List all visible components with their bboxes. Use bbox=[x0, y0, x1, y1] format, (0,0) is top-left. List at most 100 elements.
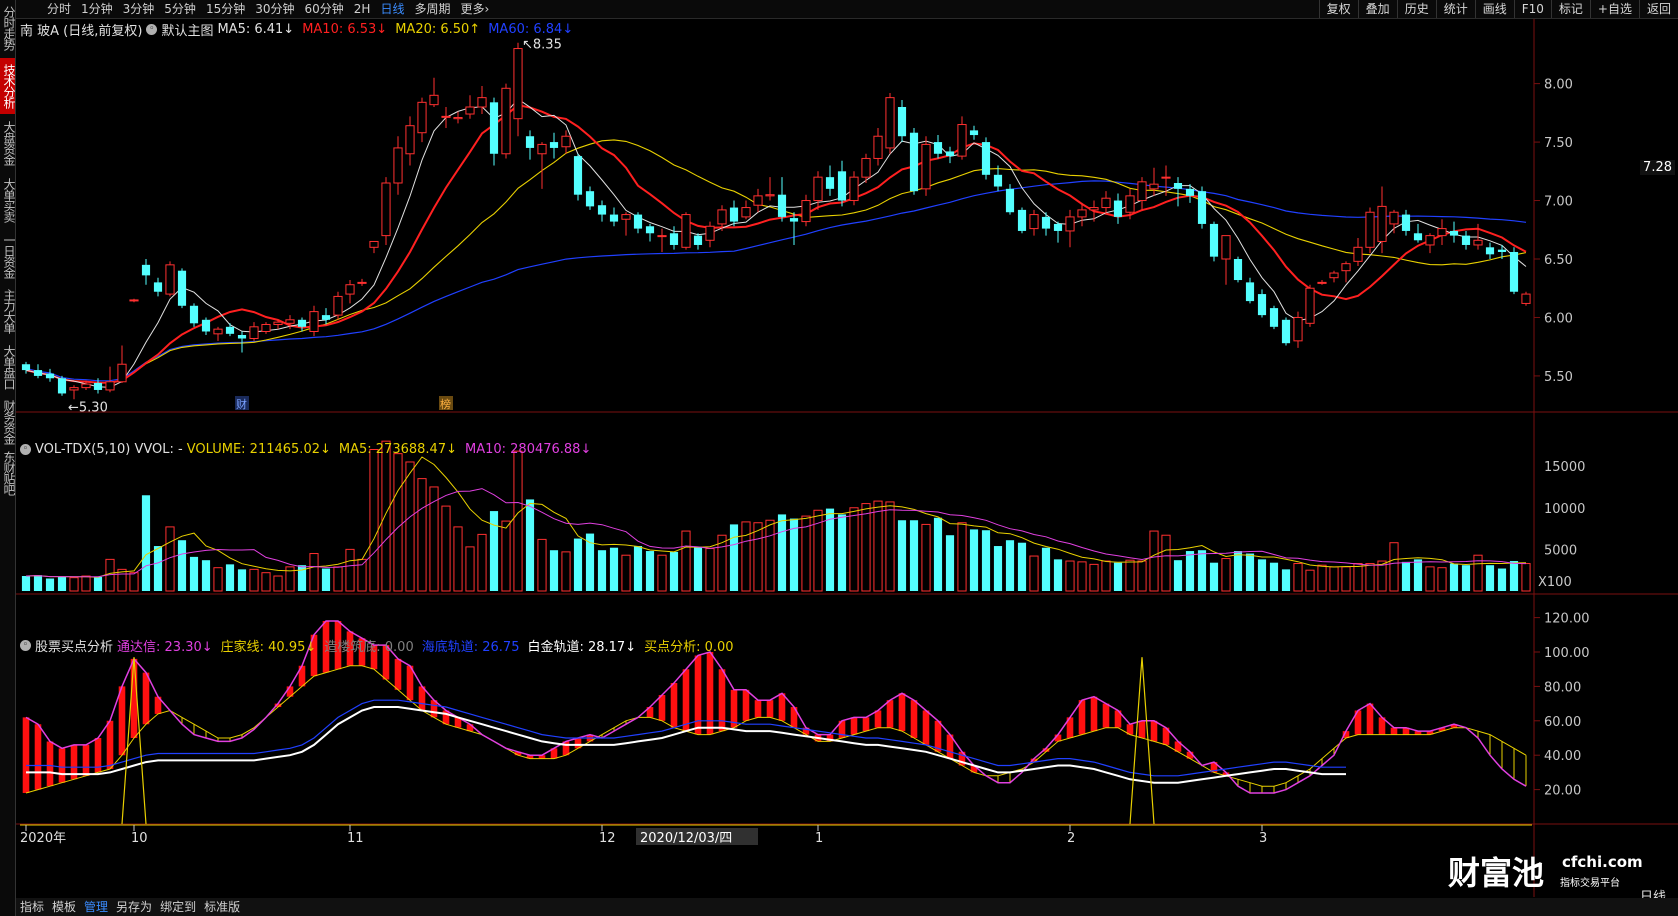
candle-body-up bbox=[501, 87, 511, 155]
candle-body-down bbox=[789, 218, 799, 222]
toolbar-button-2[interactable]: 历史 bbox=[1396, 0, 1436, 18]
bottom-button-0[interactable]: 指标 bbox=[16, 899, 48, 916]
left-nav-tab-8[interactable]: 东财贴吧 bbox=[0, 450, 15, 496]
buy-settings-icon[interactable]: ◦ bbox=[20, 640, 31, 651]
period-tab-6[interactable]: 60分钟 bbox=[300, 0, 349, 18]
volume-bar-up bbox=[753, 522, 763, 592]
stock-name: 南 玻A (日线,前复权) bbox=[20, 24, 143, 39]
left-nav-tab-6[interactable]: 大单盘口 bbox=[0, 340, 15, 394]
period-tab-1[interactable]: 1分钟 bbox=[76, 0, 118, 18]
left-nav-tab-5[interactable]: 主力大单 bbox=[0, 284, 15, 338]
candle-body-up bbox=[309, 311, 319, 332]
candle-body-up bbox=[813, 176, 823, 202]
period-tab-10[interactable]: 更多› bbox=[455, 0, 494, 18]
legend-item-1: MA5: 273688.47↓ bbox=[338, 442, 457, 457]
legend-item-2: MA20: 6.50↑ bbox=[395, 22, 481, 37]
volume-bar-down bbox=[1485, 565, 1495, 591]
candle-body-up bbox=[1353, 246, 1363, 262]
bottom-button-1[interactable]: 模板 bbox=[48, 899, 80, 916]
candle-body-up bbox=[1101, 197, 1111, 209]
main-indicator-name[interactable]: 默认主图 bbox=[161, 20, 213, 39]
candle-body-down bbox=[153, 282, 163, 292]
volume-bar-down bbox=[693, 546, 703, 591]
volume-bar-up bbox=[405, 461, 415, 592]
candle-body-up bbox=[861, 157, 871, 178]
indicator-settings-icon[interactable]: ◦ bbox=[146, 24, 158, 35]
candle-body-up bbox=[537, 143, 547, 155]
volume-bar-up bbox=[1137, 560, 1147, 592]
left-nav-tab-0[interactable]: 分时走势 bbox=[0, 0, 15, 56]
volume-bar-down bbox=[1053, 559, 1063, 591]
bottom-button-4[interactable]: 绑定到 bbox=[156, 899, 200, 916]
volume-bar-up bbox=[1425, 566, 1435, 592]
legend-item-4: 白金轨道: 28.17↓ bbox=[527, 640, 637, 655]
chart-canvas[interactable]: 8.00 7.50 7.00 6.50 6.00 5.50 15000 10000 5000 X1… bbox=[16, 19, 1678, 897]
candle-body-down bbox=[321, 315, 331, 320]
volume-bar-up bbox=[681, 530, 691, 592]
candle-body-up bbox=[285, 319, 295, 324]
volume-settings-icon[interactable]: ◦ bbox=[20, 444, 31, 455]
bottom-button-2[interactable]: 管理 bbox=[80, 899, 112, 916]
toolbar-button-6[interactable]: 标记 bbox=[1550, 0, 1590, 18]
bottom-button-5[interactable]: 标准版 bbox=[200, 899, 244, 916]
candle-body-up bbox=[1293, 316, 1303, 342]
candle-body-up bbox=[681, 214, 691, 248]
volume-bar-up bbox=[1365, 563, 1375, 592]
period-tab-8[interactable]: 日线 bbox=[375, 0, 409, 18]
candle-body-down bbox=[669, 233, 679, 245]
volume-bar-up bbox=[657, 554, 667, 592]
toolbar-button-3[interactable]: 统计 bbox=[1435, 0, 1475, 18]
volume-bar-down bbox=[1173, 560, 1183, 591]
bottom-button-3[interactable]: 另存为 bbox=[112, 899, 156, 916]
event-marker-0: 财 bbox=[236, 397, 247, 411]
cursor-date-label: 2020/12/03/四 bbox=[640, 831, 732, 846]
toolbar-button-0[interactable]: 复权 bbox=[1318, 0, 1358, 18]
high-price-label: ↖8.35 bbox=[522, 38, 562, 53]
volume-bar-down bbox=[1449, 563, 1459, 591]
volume-bar-down bbox=[969, 529, 979, 591]
candle-body-up bbox=[1305, 287, 1315, 324]
volume-bar-down bbox=[1113, 562, 1123, 591]
period-tab-3[interactable]: 5分钟 bbox=[159, 0, 201, 18]
volume-bar-up bbox=[561, 551, 571, 592]
period-tab-2[interactable]: 3分钟 bbox=[118, 0, 160, 18]
volume-bar-up bbox=[741, 521, 751, 592]
toolbar-button-5[interactable]: F10 bbox=[1513, 0, 1551, 18]
candle-body-down bbox=[1257, 294, 1267, 316]
toolbar-button-1[interactable]: 叠加 bbox=[1357, 0, 1397, 18]
period-tab-5[interactable]: 30分钟 bbox=[250, 0, 299, 18]
period-tab-9[interactable]: 多周期 bbox=[409, 0, 455, 18]
volume-tick-label: 10000 bbox=[1544, 502, 1585, 517]
candle-body-down bbox=[825, 177, 835, 189]
period-tab-7[interactable]: 2H bbox=[349, 0, 376, 18]
candle-body-up bbox=[333, 295, 343, 316]
candle-body-up bbox=[873, 135, 883, 159]
volume-bar-up bbox=[333, 566, 343, 592]
buy-indicator-name[interactable]: 股票买点分析 bbox=[35, 636, 113, 655]
candle-body-down bbox=[945, 151, 955, 157]
volume-indicator-name[interactable]: VOL-TDX(5,10) VVOL: - bbox=[35, 442, 183, 457]
candle-body-down bbox=[1485, 247, 1495, 255]
volume-bar-up bbox=[621, 554, 631, 592]
left-nav-tab-3[interactable]: 大单买卖 bbox=[0, 172, 15, 228]
date-label-3: 12 bbox=[599, 831, 616, 846]
date-label-4: 1 bbox=[815, 831, 823, 846]
left-nav-tab-4[interactable]: 一日资金 bbox=[0, 230, 15, 282]
volume-bar-up bbox=[1077, 561, 1087, 592]
volume-bar-up bbox=[465, 546, 475, 592]
candle-body-down bbox=[897, 107, 907, 137]
volume-bar-down bbox=[1497, 568, 1507, 591]
toolbar-button-8[interactable]: 返回 bbox=[1638, 0, 1678, 18]
period-tab-0[interactable]: 分时 bbox=[42, 0, 76, 18]
toolbar-button-7[interactable]: +自选 bbox=[1589, 0, 1639, 18]
left-nav-tab-7[interactable]: 财务资金 bbox=[0, 396, 15, 448]
date-label-0: 2020年 bbox=[20, 831, 66, 846]
candle-body-down bbox=[1461, 235, 1471, 245]
period-tab-4[interactable]: 15分钟 bbox=[201, 0, 250, 18]
left-nav-tab-2[interactable]: 大盘资金 bbox=[0, 116, 15, 170]
candle-body-down bbox=[201, 319, 211, 332]
volume-bar-up bbox=[849, 507, 859, 592]
toolbar-button-4[interactable]: 画线 bbox=[1474, 0, 1514, 18]
left-nav-tab-1[interactable]: 技术分析 bbox=[0, 58, 15, 114]
candle-body-up bbox=[1161, 176, 1171, 179]
